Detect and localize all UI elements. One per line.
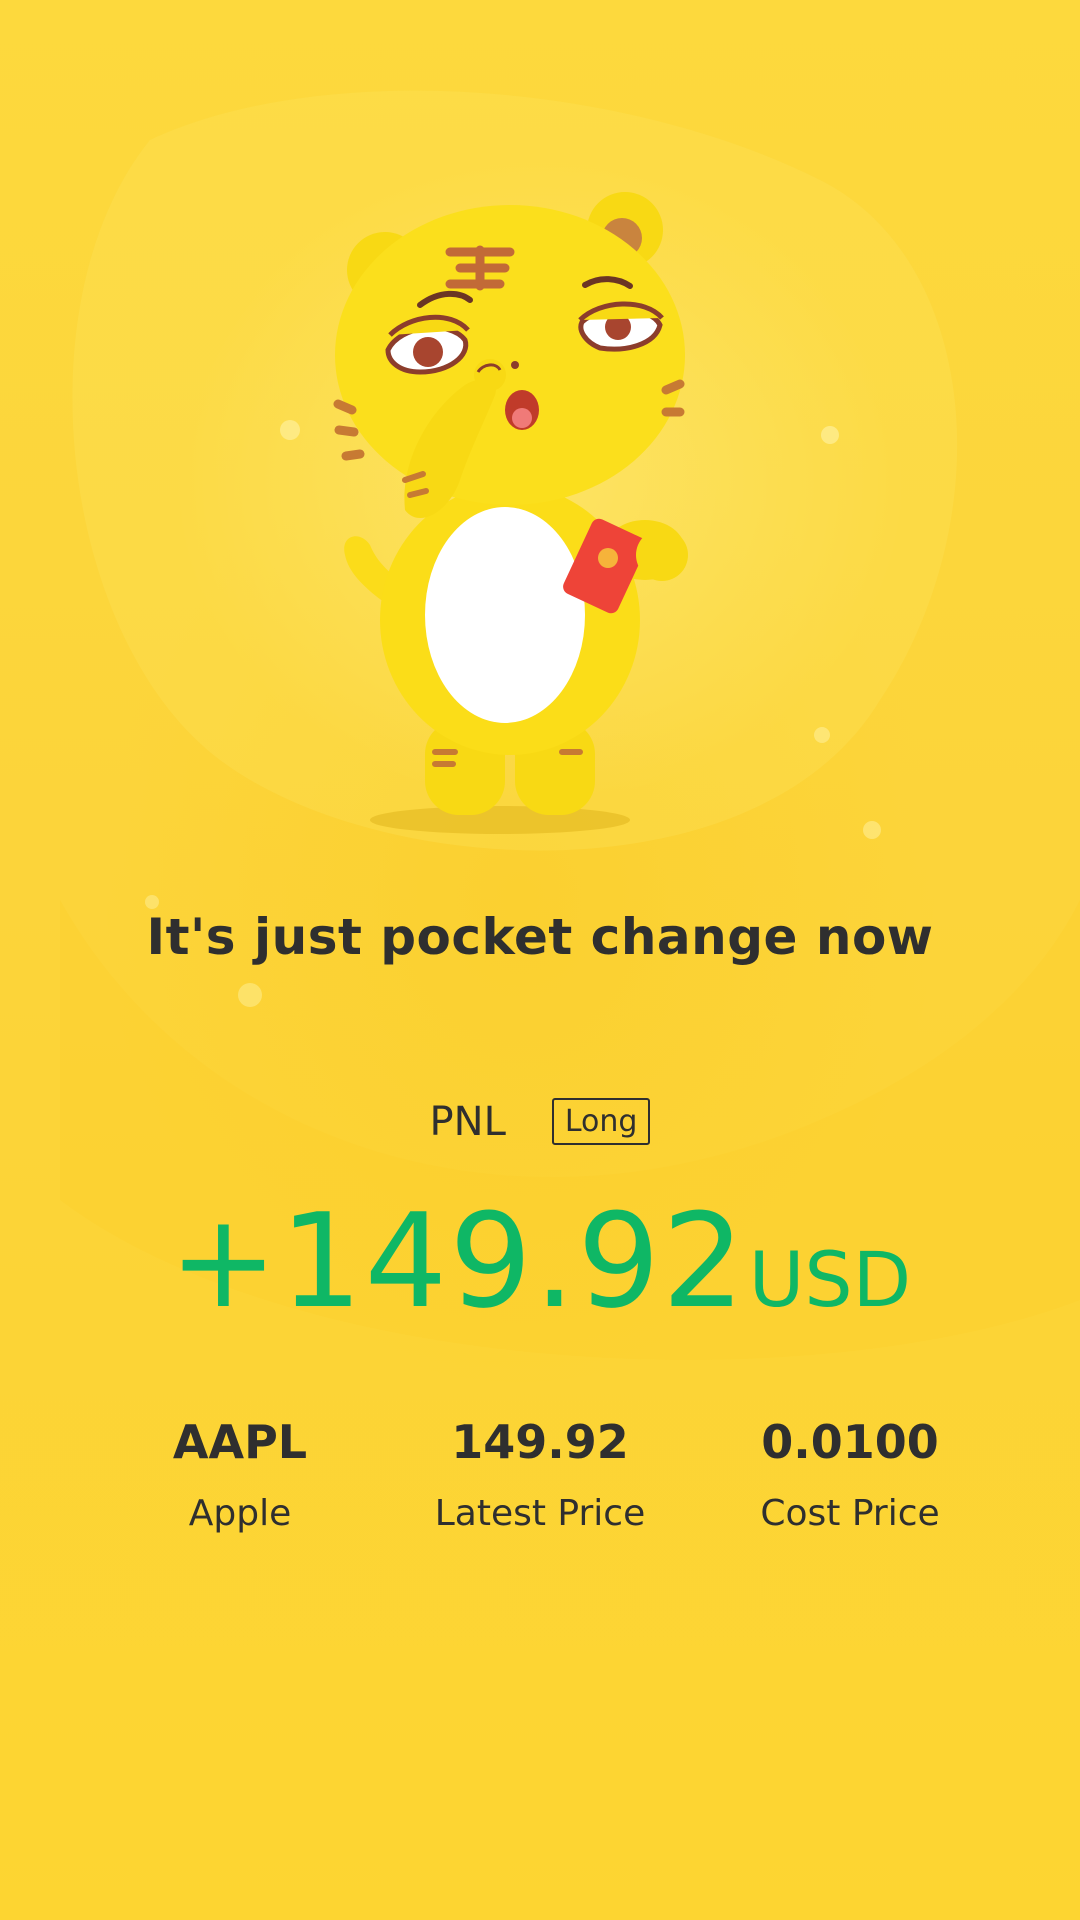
pnl-value: +149.92USD [0, 1185, 1080, 1337]
position-stats: AAPL Apple 149.92 Latest Price 0.0100 Co… [0, 1415, 1080, 1565]
stat-latest-price: 149.92 Latest Price [400, 1415, 680, 1534]
stat-label: Cost Price [760, 1493, 940, 1534]
pnl-label: PNL [429, 1098, 506, 1145]
stat-label: Apple [188, 1493, 292, 1534]
position-direction-badge: Long [551, 1098, 651, 1145]
stat-symbol: AAPL Apple [100, 1415, 380, 1534]
headline: It's just pocket change now [146, 908, 934, 966]
pnl-header: PNL Long [0, 1098, 1080, 1145]
stat-label: Latest Price [434, 1493, 646, 1534]
pnl-amount: +149.92 [168, 1185, 747, 1337]
stat-cost-price: 0.0100 Cost Price [710, 1415, 990, 1534]
stat-value: 0.0100 [761, 1415, 939, 1469]
tiger-mascot-icon [333, 192, 688, 834]
pnl-share-card: It's just pocket change now PNL Long +14… [0, 0, 1080, 1920]
stat-value: AAPL [172, 1415, 308, 1469]
stat-value: 149.92 [451, 1415, 629, 1469]
pnl-currency: USD [748, 1235, 912, 1324]
